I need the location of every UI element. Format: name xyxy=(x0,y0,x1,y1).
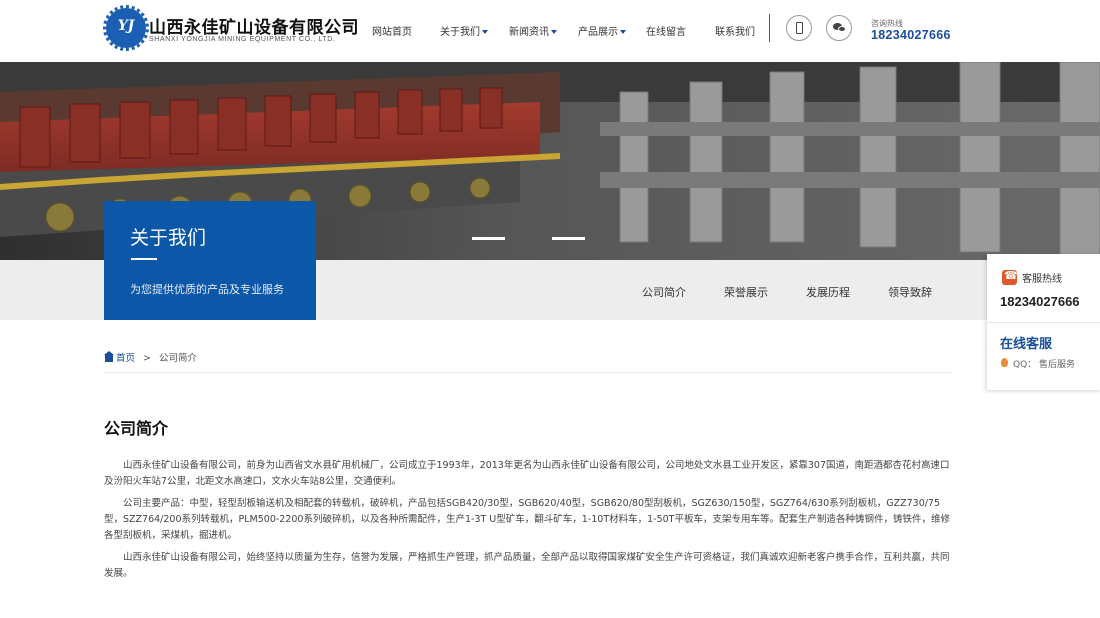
intro-paragraph-1: 山西永佳矿山设备有限公司，前身为山西省文水县矿用机械厂，公司成立于1993年，2… xyxy=(104,460,950,487)
subnav-item-company-profile[interactable]: 公司简介 xyxy=(642,284,686,300)
about-us-title: 关于我们 xyxy=(130,227,207,249)
hotline-number: 18234027666 xyxy=(871,28,951,42)
panel-divider xyxy=(987,322,1100,323)
breadcrumb-divider xyxy=(104,372,952,373)
nav-item-products[interactable]: 产品展示 xyxy=(578,23,626,38)
service-hotline-label: 客服热线 xyxy=(1022,274,1062,285)
nav-item-contact[interactable]: 联系我们 xyxy=(715,23,755,38)
nav-item-home[interactable]: 网站首页 xyxy=(372,23,412,38)
intro-paragraph-2: 公司主要产品：中型，轻型刮板输送机及相配套的转载机，破碎机，产品包括SGB420… xyxy=(104,498,950,541)
nav-item-message[interactable]: 在线留言 xyxy=(646,23,686,38)
about-us-panel: 关于我们 为您提供优质的产品及专业服务 xyxy=(104,201,316,320)
phone-icon xyxy=(1002,269,1018,285)
nav-item-news[interactable]: 新闻资讯 xyxy=(509,23,557,38)
subnav-item-leader-speech[interactable]: 领导致辞 xyxy=(888,284,932,300)
subnav-item-history[interactable]: 发展历程 xyxy=(806,284,850,300)
qq-service-link[interactable]: QQ： 售后服务 xyxy=(1013,357,1075,370)
site-header: YJ 山西永佳矿山设备有限公司 SHANXI YONGJIA MINING EQ… xyxy=(0,0,1100,62)
chevron-down-icon xyxy=(620,30,626,34)
wechat-icon xyxy=(833,23,846,33)
header-divider xyxy=(769,14,770,42)
mobile-phone-icon xyxy=(796,22,803,34)
mobile-phone-button[interactable] xyxy=(786,15,812,41)
page-title: 公司简介 xyxy=(104,419,169,438)
home-icon xyxy=(104,351,114,362)
chevron-down-icon xyxy=(551,30,557,34)
breadcrumb-separator: > xyxy=(143,353,152,364)
breadcrumb-home-link[interactable]: 首页 xyxy=(116,353,135,364)
qq-icon xyxy=(1001,358,1008,367)
about-us-rule xyxy=(131,258,157,260)
banner-slider-indicators xyxy=(472,237,592,241)
service-hotline-number[interactable]: 18234027666 xyxy=(1000,294,1080,309)
online-service-title: 在线客服 xyxy=(1000,337,1053,352)
customer-service-panel: 客服热线 18234027666 在线客服 QQ： 售后服务 xyxy=(987,254,1100,390)
wechat-button[interactable] xyxy=(826,15,852,41)
about-us-subtitle: 为您提供优质的产品及专业服务 xyxy=(130,283,284,296)
breadcrumb: 首页 > 公司简介 xyxy=(104,350,198,364)
nav-item-about[interactable]: 关于我们 xyxy=(440,23,488,38)
intro-paragraph-3: 山西永佳矿山设备有限公司，始终坚持以质量为生存，信誉为发展，严格抓生产管理，抓产… xyxy=(104,552,950,579)
slider-dot-2[interactable] xyxy=(552,237,585,240)
slider-dot-1[interactable] xyxy=(472,237,505,240)
subnav-item-honors[interactable]: 荣誉展示 xyxy=(724,284,768,300)
breadcrumb-current: 公司简介 xyxy=(159,353,198,364)
company-name-en: SHANXI YONGJIA MINING EQUIPMENT CO., LTD… xyxy=(149,36,336,43)
chevron-down-icon xyxy=(482,30,488,34)
